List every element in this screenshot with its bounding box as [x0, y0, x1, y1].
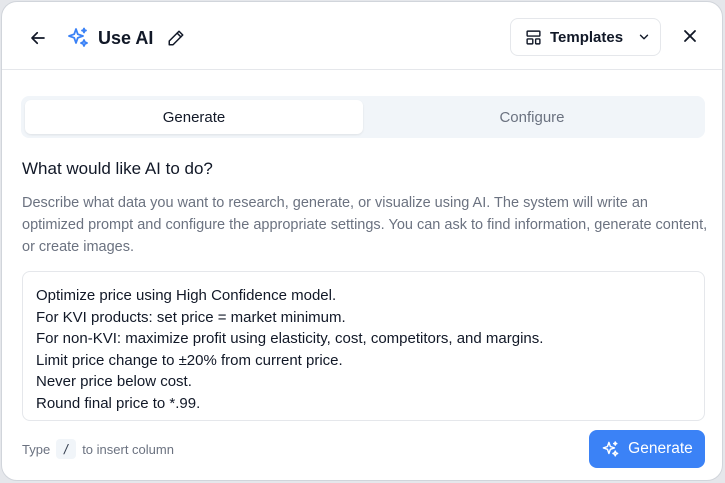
prompt-line: For non-KVI: maximize profit using elast…	[36, 330, 544, 347]
hint-suffix: to insert column	[82, 441, 174, 457]
sparkle-icon	[602, 440, 619, 457]
close-icon	[684, 30, 696, 42]
prompt-line: Optimize price using High Confidence mod…	[36, 287, 337, 304]
page-title: Use AI	[98, 27, 154, 48]
generate-label: Generate	[628, 440, 693, 457]
close-button[interactable]	[678, 24, 702, 48]
prompt-line: Limit price change to ±20% from current …	[36, 351, 343, 369]
prompt-textarea[interactable]: Optimize price using High Confidence mod…	[22, 271, 705, 421]
mode-tabs: Generate Configure	[21, 96, 705, 138]
pencil-icon	[168, 30, 184, 46]
title-group: Use AI	[66, 24, 187, 52]
arrow-left-icon	[31, 31, 45, 45]
prompt-line: Round final price to *.99.	[36, 394, 201, 412]
tab-configure[interactable]: Configure	[363, 100, 701, 134]
prompt-line: Never price below cost.	[36, 373, 192, 390]
slash-key: /	[56, 439, 77, 459]
templates-label: Templates	[550, 28, 624, 46]
tab-generate[interactable]: Generate	[25, 100, 363, 134]
chevron-down-icon	[639, 34, 649, 40]
sparkle-icon	[68, 27, 88, 47]
hint-prefix: Type	[22, 441, 51, 457]
back-button[interactable]	[26, 26, 50, 50]
generate-button[interactable]: Generate	[589, 430, 705, 468]
use-ai-dialog: Use AI Templates Generate Configure What…	[1, 1, 723, 481]
templates-button[interactable]: Templates	[510, 18, 661, 56]
edit-title-button[interactable]	[165, 27, 187, 49]
dialog-header: Use AI Templates	[2, 2, 722, 70]
layout-template-icon	[526, 29, 541, 45]
prompt-line: For KVI products: set price = market min…	[36, 308, 346, 326]
section-heading: What would like AI to do?	[22, 159, 213, 178]
insert-column-hint: Type / to insert column	[22, 439, 174, 459]
section-description: Describe what data you want to research,…	[22, 195, 708, 255]
